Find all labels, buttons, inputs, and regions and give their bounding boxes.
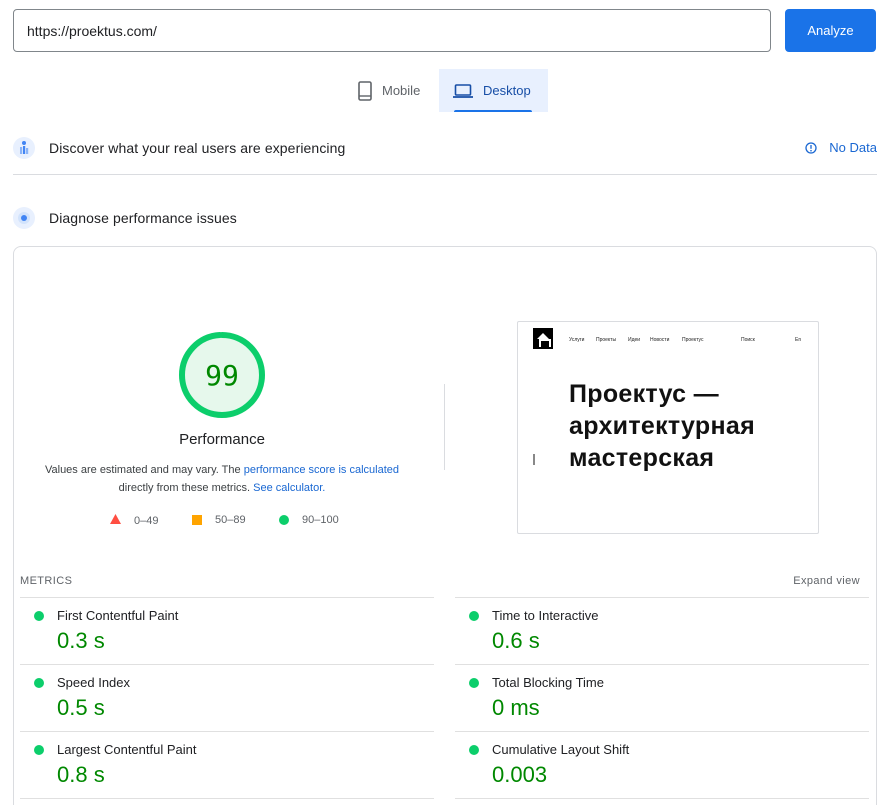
field-data-section: Discover what your real users are experi… <box>13 134 877 162</box>
metric-label: Time to Interactive <box>492 608 599 623</box>
lab-data-title: Diagnose performance issues <box>49 210 237 226</box>
section-divider <box>13 174 877 175</box>
legend-pass-range: 90–100 <box>302 514 339 526</box>
pass-dot-icon <box>34 611 44 621</box>
vertical-divider <box>444 384 445 470</box>
note-middle: directly from these metrics. <box>118 482 254 494</box>
pass-dot-icon <box>469 678 479 688</box>
tab-desktop-label: Desktop <box>483 83 531 98</box>
metric-si: Speed Index 0.5 s <box>20 664 434 731</box>
performance-note: Values are estimated and may vary. The p… <box>36 461 408 497</box>
shot-nav-item: Услуги <box>569 337 585 343</box>
text-cursor <box>533 454 535 465</box>
info-icon <box>805 141 817 154</box>
triangle-icon <box>110 514 121 527</box>
metric-value: 0.8 s <box>57 762 105 787</box>
performance-score: 99 <box>205 358 239 392</box>
no-data-status: No Data <box>805 140 877 155</box>
legend-average: 50–89 <box>192 514 246 526</box>
legend-fail-range: 0–49 <box>134 514 159 527</box>
phone-icon <box>358 80 372 101</box>
metric-value: 0.6 s <box>492 628 540 653</box>
performance-gauge: 99 <box>178 331 266 419</box>
shot-heading: Проектус — архитектурная мастерская <box>569 380 755 472</box>
metric-divider <box>20 798 434 799</box>
url-input[interactable] <box>13 9 771 52</box>
legend-pass: 90–100 <box>279 514 339 526</box>
see-calculator-link[interactable]: See calculator. <box>253 482 325 494</box>
users-icon <box>13 137 35 159</box>
pass-dot-icon <box>34 745 44 755</box>
shot-nav-item: En <box>795 337 802 343</box>
metric-label: Cumulative Layout Shift <box>492 742 630 757</box>
metric-cls: Cumulative Layout Shift 0.003 <box>455 731 869 798</box>
shot-nav-item: Проектус <box>682 337 704 343</box>
no-data-label: No Data <box>829 140 877 155</box>
metric-divider <box>455 798 869 799</box>
shot-nav-item: Новости <box>650 337 670 343</box>
score-calculated-link[interactable]: performance score is calculated <box>244 464 399 476</box>
tab-mobile[interactable]: Mobile <box>355 69 439 112</box>
pass-dot-icon <box>469 745 479 755</box>
performance-label: Performance <box>179 431 265 448</box>
expand-view-toggle[interactable]: Expand view <box>793 575 860 587</box>
house-logo-icon <box>533 328 553 349</box>
shot-nav-item: Проекты <box>596 337 617 343</box>
legend-fail: 0–49 <box>110 514 158 527</box>
metric-label: Speed Index <box>57 675 131 690</box>
circle-icon <box>279 515 289 525</box>
note-prefix: Values are estimated and may vary. The <box>44 464 244 476</box>
tab-desktop[interactable]: Desktop <box>439 69 548 112</box>
metric-label: First Contentful Paint <box>57 608 179 623</box>
legend-average-range: 50–89 <box>215 514 246 526</box>
metric-value: 0.003 <box>492 762 548 787</box>
field-data-title: Discover what your real users are experi… <box>49 140 346 156</box>
metric-value: 0 ms <box>492 695 540 720</box>
metric-fcp: First Contentful Paint 0.3 s <box>20 597 434 664</box>
lab-data-section: Diagnose performance issues <box>13 204 877 232</box>
metric-label: Largest Contentful Paint <box>57 742 197 757</box>
metric-tbt: Total Blocking Time 0 ms <box>455 664 869 731</box>
shot-nav-item: Идеи <box>628 337 641 343</box>
metric-label: Total Blocking Time <box>492 675 604 690</box>
shot-nav-item: Поиск <box>741 337 755 343</box>
laptop-icon <box>453 83 473 98</box>
metric-tti: Time to Interactive 0.6 s <box>455 597 869 664</box>
metric-value: 0.3 s <box>57 628 105 653</box>
square-icon <box>192 515 202 525</box>
lighthouse-icon <box>13 207 35 229</box>
pass-dot-icon <box>469 611 479 621</box>
metrics-header: METRICS <box>20 575 73 587</box>
analyze-button[interactable]: Analyze <box>785 9 876 52</box>
tab-mobile-label: Mobile <box>382 83 421 98</box>
metric-value: 0.5 s <box>57 695 105 720</box>
metric-lcp: Largest Contentful Paint 0.8 s <box>20 731 434 798</box>
pass-dot-icon <box>34 678 44 688</box>
page-screenshot: Услуги Проекты Идеи Новости Проектус Пои… <box>517 321 819 534</box>
